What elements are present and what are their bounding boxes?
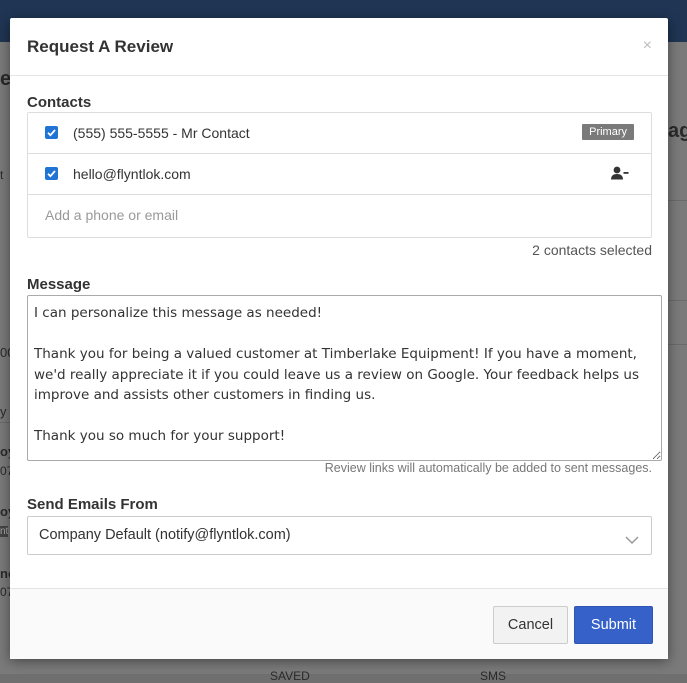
background-divider — [668, 344, 687, 345]
primary-badge: Primary — [582, 124, 634, 140]
checkmark-icon — [47, 170, 56, 178]
cancel-button[interactable]: Cancel — [493, 606, 568, 644]
contacts-label: Contacts — [27, 94, 92, 111]
background-text: ag — [668, 120, 687, 142]
modal-footer: Cancel Submit — [10, 588, 668, 659]
background-divider — [668, 300, 687, 301]
background-text: t — [0, 168, 4, 182]
send-from-select[interactable]: Company Default (notify@flyntlok.com) — [27, 516, 652, 555]
contact-label: hello@flyntlok.com — [73, 166, 191, 182]
send-from-value: Company Default (notify@flyntlok.com) — [39, 527, 291, 543]
checkmark-icon — [47, 129, 56, 137]
add-contact-input[interactable] — [28, 195, 648, 235]
modal-header: Request A Review × — [10, 18, 668, 76]
send-from-label: Send Emails From — [27, 496, 158, 513]
background-text: nt — [0, 526, 9, 537]
close-icon[interactable]: × — [643, 38, 652, 54]
message-textarea[interactable]: I can personalize this message as needed… — [27, 295, 662, 461]
background-divider — [668, 200, 687, 201]
contacts-list: (555) 555-5555 - Mr Contact Primary hell… — [27, 112, 652, 238]
remove-user-icon[interactable] — [611, 166, 629, 185]
contact-row: hello@flyntlok.com — [28, 154, 651, 195]
request-review-modal: Request A Review × Contacts (555) 555-55… — [10, 18, 668, 659]
contact-label: (555) 555-5555 - Mr Contact — [73, 125, 250, 141]
contacts-selected-count: 2 contacts selected — [532, 242, 652, 258]
contact-checkbox[interactable] — [45, 126, 58, 139]
chevron-down-icon — [625, 531, 639, 549]
background-text: SAVED — [270, 669, 310, 683]
message-label: Message — [27, 276, 91, 293]
background-text: y — [0, 404, 7, 419]
contact-checkbox[interactable] — [45, 167, 58, 180]
background-divider — [0, 422, 10, 423]
contact-row: (555) 555-5555 - Mr Contact Primary — [28, 113, 651, 154]
submit-button[interactable]: Submit — [574, 606, 653, 644]
background-text: SMS — [480, 669, 507, 683]
modal-title: Request A Review — [27, 37, 174, 56]
review-links-hint: Review links will automatically be added… — [324, 461, 652, 475]
